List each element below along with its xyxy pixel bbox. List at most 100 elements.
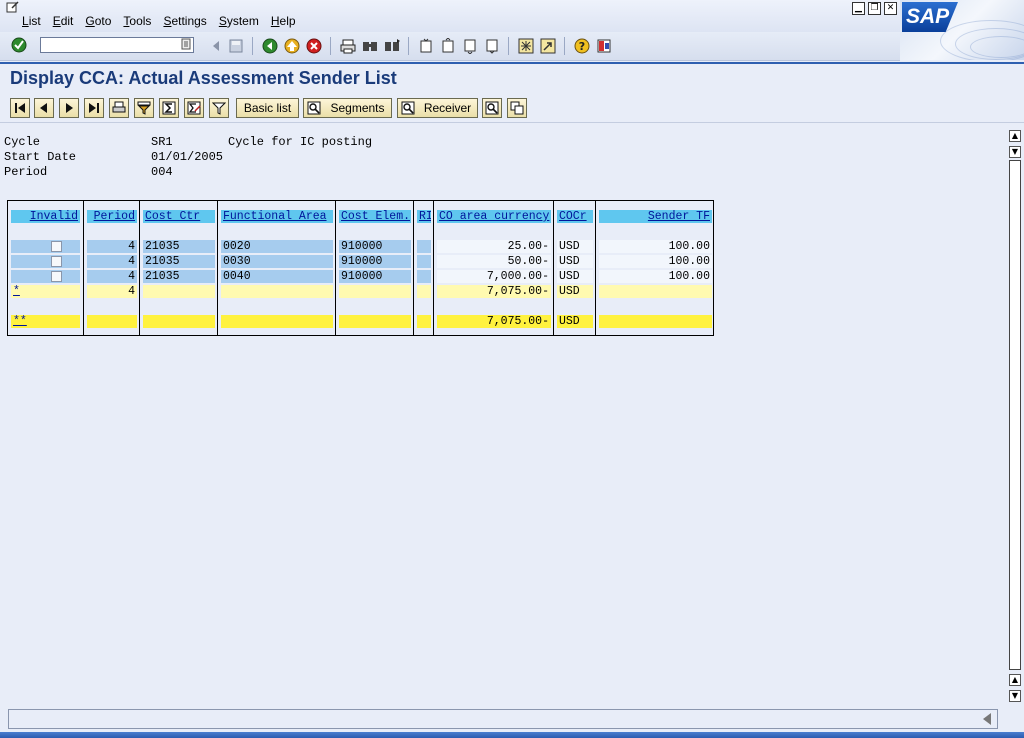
table-cell-cost-elem: 910000	[339, 240, 411, 253]
col-header-invalid[interactable]: Invalid	[11, 210, 80, 223]
application-toolbar: Basic list Segments Receiver	[0, 96, 1024, 123]
find-icon[interactable]	[362, 38, 378, 54]
copy-icon	[510, 101, 524, 115]
table-cell-cocr: USD	[557, 240, 593, 253]
cancel-icon[interactable]	[306, 38, 322, 54]
last-item-button[interactable]	[84, 98, 104, 118]
details-button[interactable]	[482, 98, 502, 118]
sap-logo: SAP	[900, 0, 1024, 60]
customize-layout-icon[interactable]	[596, 38, 612, 54]
total-marker[interactable]: **	[11, 315, 80, 328]
col-header-cost-elem[interactable]: Cost Elem.	[339, 210, 411, 223]
table-cell-sender-tf: 100.00	[599, 240, 712, 253]
previous-page-icon[interactable]	[440, 38, 456, 54]
menu-options-icon[interactable]	[6, 1, 20, 13]
vertical-scrollbar[interactable]: ▲ ▼ ▲ ▼	[1006, 124, 1024, 706]
scroll-page-down-icon[interactable]: ▲	[1009, 674, 1021, 686]
shortcut-icon[interactable]	[540, 38, 556, 54]
total-amount: 7,075.00-	[437, 315, 551, 328]
col-header-cost-ctr[interactable]: Cost Ctr	[143, 210, 215, 223]
table-cell-period: 4	[87, 240, 137, 253]
subtotal-ri	[417, 285, 431, 298]
total-period	[87, 315, 137, 328]
col-header-functional-area[interactable]: Functional Area	[221, 210, 333, 223]
menu-edit[interactable]: Edit	[53, 14, 74, 28]
list-content: Cycle SR1 Cycle for IC posting Start Dat…	[0, 124, 1006, 704]
first-page-icon[interactable]	[418, 38, 434, 54]
table-cell-cost-ctr: 21035	[143, 240, 215, 253]
title-bar: Display CCA: Actual Assessment Sender Li…	[0, 62, 1024, 96]
menu-settings[interactable]: Settings	[163, 14, 206, 28]
filter-button[interactable]	[134, 98, 154, 118]
command-field[interactable]	[40, 37, 194, 53]
status-message-field	[8, 709, 998, 729]
receiver-label: Receiver	[423, 101, 472, 115]
total-button[interactable]	[159, 98, 179, 118]
scroll-down-icon[interactable]: ▼	[1009, 690, 1021, 702]
cycle-description: Cycle for IC posting	[228, 135, 373, 149]
previous-item-button[interactable]	[34, 98, 54, 118]
find-next-icon[interactable]	[384, 38, 400, 54]
table-cell-cost-elem: 910000	[339, 255, 411, 268]
sender-list-table: Invalid Period Cost Ctr Functional Area …	[7, 200, 714, 336]
col-header-cocr[interactable]: COCr	[557, 210, 593, 223]
table-row-invalid	[11, 270, 80, 283]
close-icon[interactable]: ✕	[884, 2, 897, 15]
segments-button[interactable]: Segments	[303, 98, 392, 118]
menu-help[interactable]: Help	[271, 14, 296, 28]
menu-goto[interactable]: Goto	[85, 14, 111, 28]
invalid-checkbox[interactable]	[51, 271, 62, 282]
restore-icon[interactable]: ❐	[868, 2, 881, 15]
first-icon	[15, 103, 25, 113]
enter-icon[interactable]	[11, 37, 27, 53]
table-cell-functional-area: 0030	[221, 255, 333, 268]
scroll-up-icon[interactable]: ▲	[1009, 130, 1021, 142]
table-cell-functional-area: 0040	[221, 270, 333, 283]
total-sender-tf	[599, 315, 712, 328]
invalid-checkbox[interactable]	[51, 241, 62, 252]
col-header-period[interactable]: Period	[87, 210, 137, 223]
create-session-icon[interactable]	[518, 38, 534, 54]
collapse-arrow-icon[interactable]	[208, 38, 224, 54]
window-bottom-border	[0, 732, 1024, 738]
previous-icon	[40, 103, 47, 113]
receiver-button[interactable]: Receiver	[397, 98, 478, 118]
next-page-icon[interactable]	[462, 38, 478, 54]
subtotal-button[interactable]	[184, 98, 204, 118]
command-history-icon[interactable]	[180, 38, 192, 50]
table-cell-sender-tf: 100.00	[599, 270, 712, 283]
menu-system[interactable]: System	[219, 14, 259, 28]
sum-icon	[162, 101, 176, 115]
table-cell-cost-ctr: 21035	[143, 255, 215, 268]
subtotal-icon	[187, 101, 201, 115]
minimize-icon[interactable]: ▁	[852, 2, 865, 15]
save-icon[interactable]	[228, 38, 244, 54]
scroll-page-up-icon[interactable]: ▼	[1009, 146, 1021, 158]
back-icon[interactable]	[262, 38, 278, 54]
copy-button[interactable]	[507, 98, 527, 118]
status-expand-icon[interactable]	[983, 713, 991, 725]
col-header-ri[interactable]: RI	[417, 210, 431, 223]
command-input[interactable]	[41, 40, 173, 52]
next-item-button[interactable]	[59, 98, 79, 118]
last-page-icon[interactable]	[484, 38, 500, 54]
col-header-sender-tf[interactable]: Sender TF	[599, 210, 712, 223]
col-header-co-area-currency[interactable]: CO area currency	[437, 210, 551, 223]
table-cell-ri	[417, 270, 431, 283]
basic-list-button[interactable]: Basic list	[236, 98, 299, 118]
total-functional-area	[221, 315, 333, 328]
set-filter-button[interactable]	[209, 98, 229, 118]
invalid-checkbox[interactable]	[51, 256, 62, 267]
start-date-label: Start Date	[4, 150, 77, 164]
subtotal-marker[interactable]: *	[11, 285, 80, 298]
scroll-thumb[interactable]	[1009, 160, 1021, 670]
menu-list[interactable]: List	[22, 14, 41, 28]
table-cell-amount: 7,000.00-	[437, 270, 551, 283]
cycle-value: SR1	[151, 135, 173, 149]
menu-tools[interactable]: Tools	[123, 14, 151, 28]
exit-icon[interactable]	[284, 38, 300, 54]
help-icon[interactable]: ?	[574, 38, 590, 54]
print-list-button[interactable]	[109, 98, 129, 118]
print-icon[interactable]	[340, 38, 356, 54]
first-item-button[interactable]	[10, 98, 30, 118]
